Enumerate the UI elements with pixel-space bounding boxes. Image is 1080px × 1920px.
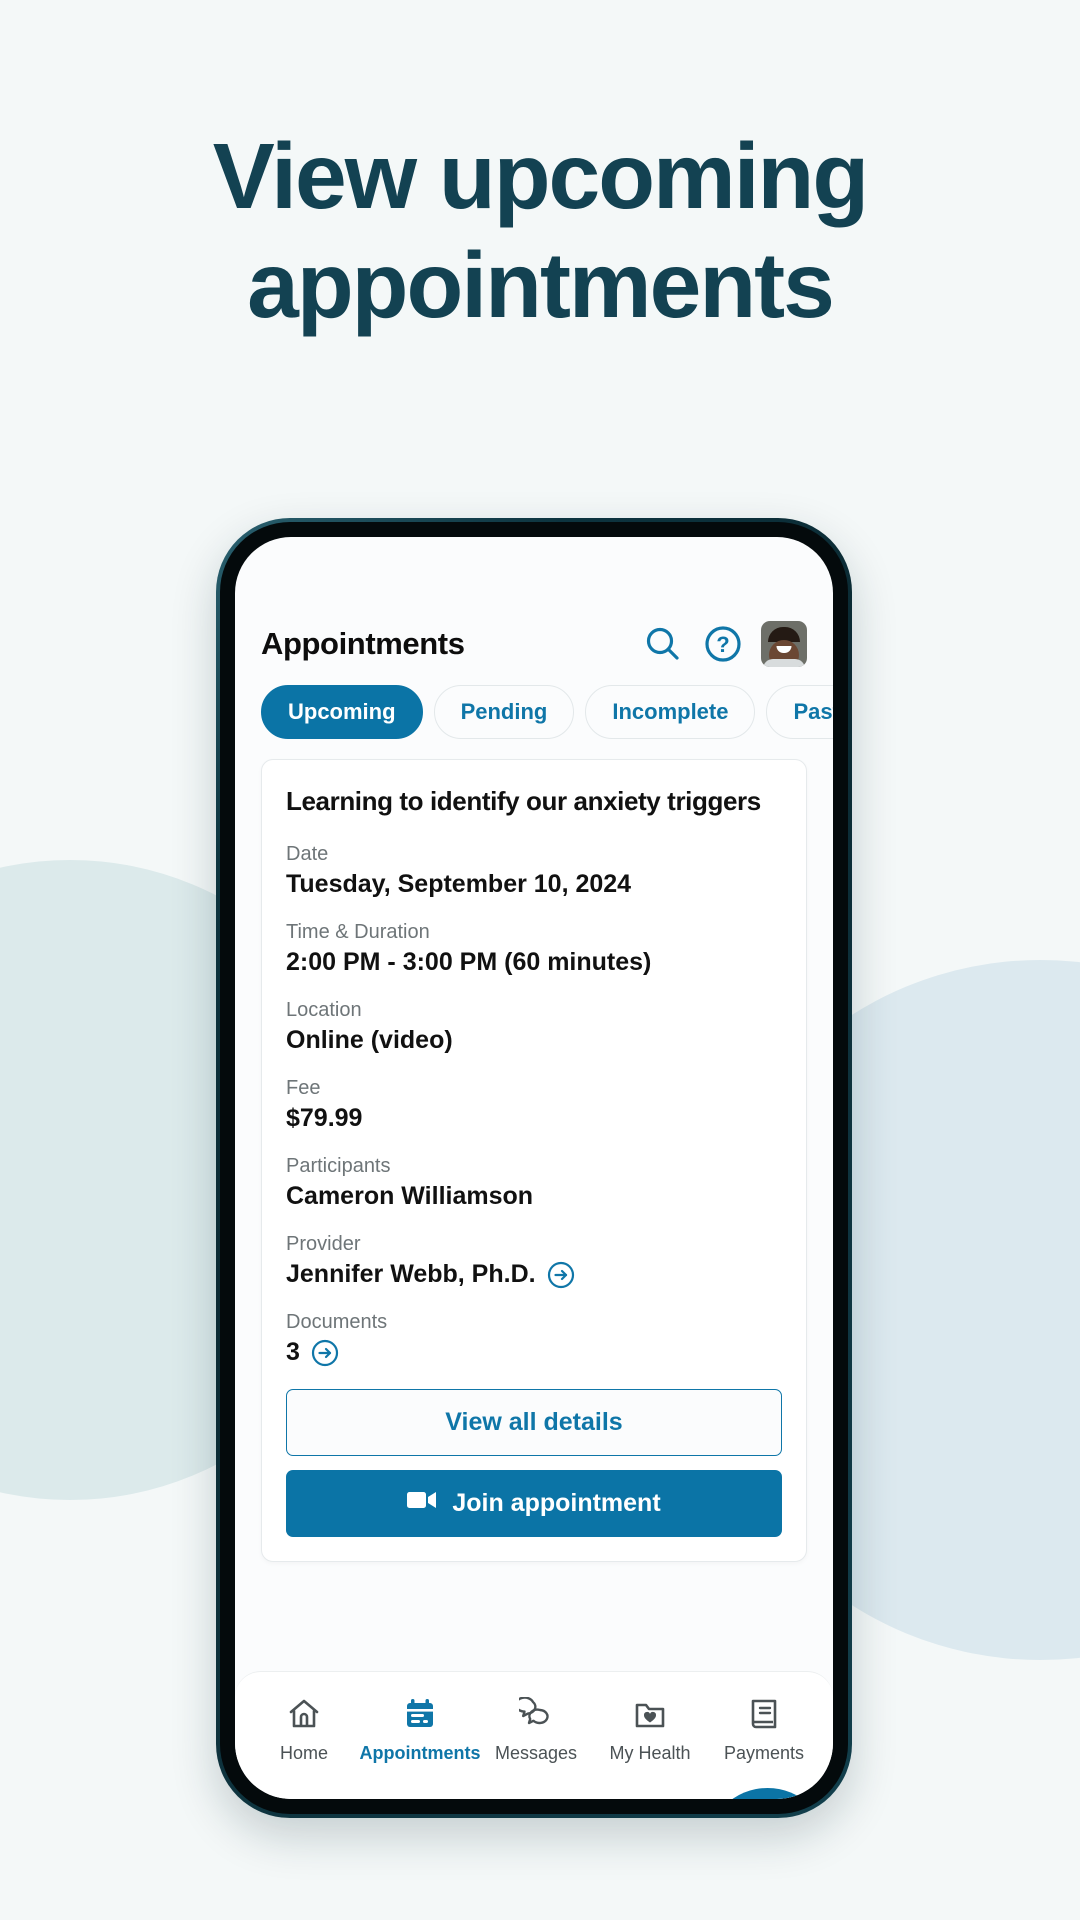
tab-incomplete[interactable]: Incomplete <box>585 685 756 739</box>
field-location: Location Online (video) <box>286 999 782 1055</box>
field-value-text: Tuesday, September 10, 2024 <box>286 870 632 898</box>
field-fee: Fee $79.99 <box>286 1077 782 1133</box>
search-icon[interactable] <box>641 622 685 666</box>
video-camera-icon <box>407 1489 437 1518</box>
appointment-list: Learning to identify our anxiety trigger… <box>235 739 833 1671</box>
field-value: Online (video) <box>286 1026 782 1055</box>
phone-bezel: Appointments ? Upcoming Pending Incomple… <box>220 522 848 1814</box>
field-date: Date Tuesday, September 10, 2024 <box>286 843 782 899</box>
field-label: Documents <box>286 1311 388 1333</box>
nav-label: My Health <box>609 1743 691 1763</box>
field-label: Fee <box>286 1077 321 1099</box>
promo-headline: View upcoming appointments <box>0 122 1080 340</box>
ledger-book-icon <box>747 1697 781 1736</box>
headline-line-1: View upcoming <box>212 124 869 228</box>
field-value: 3 <box>286 1338 782 1367</box>
help-icon[interactable]: ? <box>701 622 745 666</box>
field-documents: Documents 3 <box>286 1311 782 1367</box>
page-title: Appointments <box>261 626 465 661</box>
folder-heart-icon <box>633 1697 667 1736</box>
app-header: Appointments ? <box>235 537 833 675</box>
field-time-duration: Time & Duration 2:00 PM - 3:00 PM (60 mi… <box>286 921 782 977</box>
field-value-text: $79.99 <box>286 1104 363 1132</box>
field-value: $79.99 <box>286 1104 782 1133</box>
tab-pending[interactable]: Pending <box>433 685 575 739</box>
field-label: Time & Duration <box>286 921 430 943</box>
field-value-text: 3 <box>286 1338 300 1366</box>
avatar-body <box>763 659 805 667</box>
join-appointment-button[interactable]: Join appointment <box>286 1470 782 1537</box>
field-label: Participants <box>286 1155 391 1177</box>
bottom-navigation: Home Appointments Messages My Health Pay… <box>235 1671 833 1799</box>
field-label: Date <box>286 843 329 865</box>
nav-item-payments[interactable]: Payments <box>707 1697 821 1764</box>
appointment-title: Learning to identify our anxiety trigger… <box>286 786 761 816</box>
nav-item-my-health[interactable]: My Health <box>593 1697 707 1764</box>
nav-label: Appointments <box>359 1743 481 1763</box>
field-value: Jennifer Webb, Ph.D. <box>286 1260 782 1289</box>
nav-item-home[interactable]: Home <box>247 1697 361 1764</box>
nav-label: Payments <box>723 1743 805 1763</box>
field-label: Location <box>286 999 362 1021</box>
field-participants: Participants Cameron Williamson <box>286 1155 782 1211</box>
arrow-right-circle-icon[interactable] <box>311 1339 339 1367</box>
calendar-icon <box>403 1697 437 1736</box>
field-value-text: Cameron Williamson <box>286 1182 534 1210</box>
home-icon <box>287 1697 321 1736</box>
header-icon-group: ? <box>641 621 807 667</box>
tab-bar: Upcoming Pending Incomplete Past <box>235 675 833 739</box>
field-value: Tuesday, September 10, 2024 <box>286 870 782 899</box>
view-all-details-button[interactable]: View all details <box>286 1389 782 1456</box>
field-value-text: Jennifer Webb, Ph.D. <box>286 1260 536 1288</box>
field-value-text: 2:00 PM - 3:00 PM (60 minutes) <box>286 948 652 976</box>
nav-item-appointments[interactable]: Appointments <box>359 1697 481 1764</box>
field-value-text: Online (video) <box>286 1026 453 1054</box>
tab-past[interactable]: Past <box>766 685 833 739</box>
field-label: Provider <box>286 1233 361 1255</box>
tab-upcoming[interactable]: Upcoming <box>261 685 423 739</box>
nav-label: Messages <box>494 1743 578 1763</box>
arrow-right-circle-icon[interactable] <box>547 1261 575 1289</box>
appointment-card[interactable]: Learning to identify our anxiety trigger… <box>261 759 807 1562</box>
field-provider: Provider Jennifer Webb, Ph.D. <box>286 1233 782 1289</box>
phone-mockup: Appointments ? Upcoming Pending Incomple… <box>216 518 852 1818</box>
join-appointment-label: Join appointment <box>452 1489 661 1517</box>
field-value: Cameron Williamson <box>286 1182 782 1211</box>
nav-item-messages[interactable]: Messages <box>479 1696 593 1764</box>
phone-screen: Appointments ? Upcoming Pending Incomple… <box>235 537 833 1799</box>
chat-bubbles-icon <box>514 1696 553 1736</box>
svg-text:?: ? <box>716 632 729 657</box>
avatar[interactable] <box>761 621 807 667</box>
field-value: 2:00 PM - 3:00 PM (60 minutes) <box>286 948 782 977</box>
nav-label: Home <box>279 1743 328 1763</box>
headline-line-2: appointments <box>247 232 835 337</box>
